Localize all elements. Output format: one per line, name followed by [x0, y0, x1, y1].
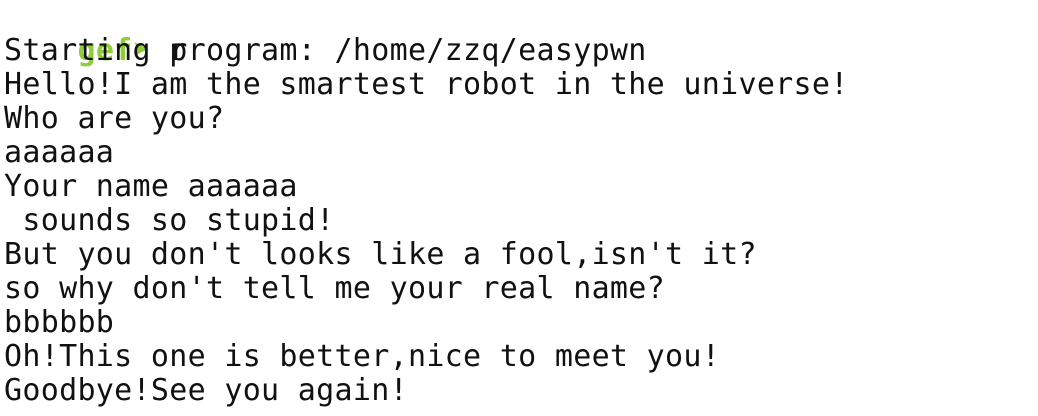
output-line: Your name aaaaaa	[4, 169, 298, 204]
output-line: bbbbbb	[4, 305, 115, 340]
output-line: Hello!I am the smartest robot in the uni…	[4, 67, 849, 102]
output-line: sounds so stupid!	[4, 203, 335, 238]
terminal-window[interactable]: gef➤ r Starting program: /home/zzq/easyp…	[0, 0, 1038, 416]
prompt-line: gef➤ r	[4, 0, 188, 68]
output-line: so why don't tell me your real name?	[4, 271, 666, 306]
output-line: But you don't looks like a fool,isn't it…	[4, 237, 757, 272]
output-line: Starting program: /home/zzq/easypwn	[4, 33, 647, 68]
output-line: Oh!This one is better,nice to meet you!	[4, 339, 721, 374]
output-line: aaaaaa	[4, 135, 115, 170]
output-line: Goodbye!See you again!	[4, 373, 408, 408]
output-line: Who are you?	[4, 101, 225, 136]
